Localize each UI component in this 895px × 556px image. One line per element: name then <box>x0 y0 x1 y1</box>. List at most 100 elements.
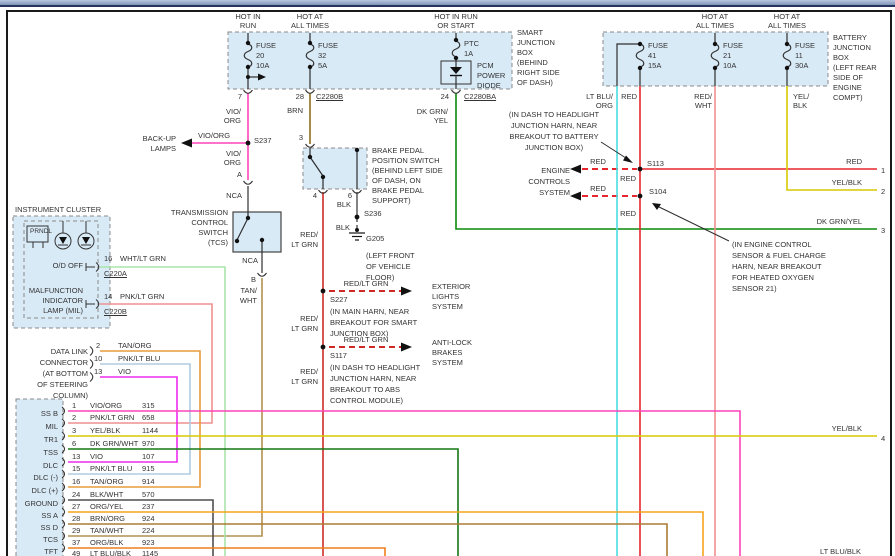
wire-label: (IN ENGINE CONTROL <box>732 240 812 249</box>
wire-label: 1144 <box>142 426 158 435</box>
wire-label: BATTERY <box>833 33 867 42</box>
wire-label: 570 <box>142 490 155 499</box>
wire-label: 10A <box>256 61 269 70</box>
wire-label: LAMP (MIL) <box>43 306 83 315</box>
wire-label: SUPPORT) <box>372 196 411 205</box>
wire-label: 20 <box>256 51 264 60</box>
wire-label: ALL TIMES <box>291 21 329 30</box>
wire-label: YEL/BLK <box>832 424 862 433</box>
wire-label: ALL TIMES <box>696 21 734 30</box>
wire-label: (LEFT FRONT <box>366 251 415 260</box>
wire-label: RIGHT SIDE <box>517 68 560 77</box>
wire-label: EXTERIOR <box>432 282 470 291</box>
wire-label: 15 <box>72 464 80 473</box>
wire-label: CONTROLS <box>528 177 570 186</box>
wire-label: (AT BOTTOM <box>43 369 88 378</box>
wire-label: RED <box>620 174 636 183</box>
wire-label: BOX <box>517 48 533 57</box>
wire-label: 28 <box>296 92 304 101</box>
wire-label: YEL <box>434 116 448 125</box>
wire-label: LT GRN <box>291 377 318 386</box>
wire-label: HARN, NEAR BREAKOUT <box>732 262 822 271</box>
wire-label: 10A <box>723 61 736 70</box>
wire-label: BREAKOUT FOR SMART <box>330 318 417 327</box>
wire-label: 16 <box>72 477 80 486</box>
wire-label: OF VEHICLE <box>366 262 411 271</box>
wire-label: 915 <box>142 464 155 473</box>
wire-label: FUSE <box>723 41 743 50</box>
wire-label: C2280BA <box>464 92 496 101</box>
wire-label: 27 <box>72 502 80 511</box>
wire-label: HOT AT <box>774 12 800 21</box>
wire-label: 2 <box>96 341 100 350</box>
wire-label: RED <box>621 92 637 101</box>
wire-label: (IN DASH TO HEADLIGHT <box>330 363 420 372</box>
wire-label: SENSOR & FUEL CHARGE <box>732 251 826 260</box>
wire-label: (TCS) <box>208 238 228 247</box>
wire-label: 6 <box>72 439 76 448</box>
wire-label: 2 <box>881 187 885 196</box>
wire-label: 658 <box>142 413 155 422</box>
wire-label: 49 <box>72 549 80 556</box>
wire-label: 1 <box>72 401 76 410</box>
wire-label: ALL TIMES <box>768 21 806 30</box>
wire-label: MIL <box>45 422 58 431</box>
wire-label: 3 <box>881 226 885 235</box>
wire-label: PNK/LT GRN <box>120 292 164 301</box>
wire-label: 10 <box>94 354 102 363</box>
wire-label: FUSE <box>795 41 815 50</box>
wire-label: ANTI-LOCK <box>432 338 472 347</box>
splice-S117: S117 <box>321 345 326 350</box>
wire-label: 29 <box>72 526 80 535</box>
wire-label: ORG <box>596 101 613 110</box>
wire-label: YEL/ <box>793 92 809 101</box>
wire-label: S236 <box>364 209 382 218</box>
wire-label: PRNDL <box>30 227 52 236</box>
wire-label: C2280B <box>316 92 343 101</box>
wire-label: BOX <box>833 53 849 62</box>
wire-label: TAN/ <box>240 286 257 295</box>
wire-label: JUNCTION HARN, NEAR <box>330 374 416 383</box>
wire-label: CONTROL <box>191 218 228 227</box>
wire-label: TSS <box>43 448 58 457</box>
wire-label: DLC (+) <box>32 486 58 495</box>
backup-lamps-arrow <box>181 139 192 148</box>
wire-label: BRAKES <box>432 348 462 357</box>
wire-label: FUSE <box>648 41 668 50</box>
wire-label: VIO <box>118 367 131 376</box>
wire-label: 24 <box>441 92 449 101</box>
wire-label: WHT <box>695 101 712 110</box>
wire-label: 28 <box>72 514 80 523</box>
wire-label: 2 <box>72 413 76 422</box>
wire-label: DATA LINK <box>51 347 88 356</box>
wire-label: FOR HEATED OXYGEN <box>732 273 814 282</box>
wire-label: RED/LT GRN <box>344 279 389 288</box>
wire-label: TAN/ORG <box>118 341 152 350</box>
wire-label: ENGINE <box>833 83 862 92</box>
wire-label: (LEFT REAR <box>833 63 877 72</box>
wire-label: OF STEERING <box>37 380 88 389</box>
wire-label: S227 <box>330 295 348 304</box>
wire-label: SYSTEM <box>539 188 570 197</box>
wire-label: 13 <box>94 367 102 376</box>
wire-label: DK GRN/ <box>417 107 448 116</box>
wire-label: (IN DASH TO HEADLIGHT <box>509 110 599 119</box>
wire-label: CONTROL MODULE) <box>330 396 403 405</box>
note-arrowhead-s104 <box>652 203 661 210</box>
wire-label: RED/ <box>300 367 318 376</box>
wire-label: LT GRN <box>291 324 318 333</box>
wire-label: JUNCTION <box>833 43 871 52</box>
wire-label: INSTRUMENT CLUSTER <box>15 205 101 214</box>
wire-label: TRANSMISSION <box>171 208 228 217</box>
wire-label: 924 <box>142 514 155 523</box>
wire-label: YEL/BLK <box>90 426 120 435</box>
wire-label: BRN/ORG <box>90 514 125 523</box>
wire-label: BLK <box>793 101 807 110</box>
wire-label: C220B <box>104 307 127 316</box>
wire-label: 4 <box>313 191 317 200</box>
wire-label: HOT IN <box>235 12 260 21</box>
wire-label: O/D OFF <box>53 261 83 270</box>
wire-note-arrow-s104: note-arrow-s104 <box>655 205 729 241</box>
wire-label: TFT <box>44 547 58 556</box>
wire-label: BREAKOUT TO ABS <box>330 385 400 394</box>
